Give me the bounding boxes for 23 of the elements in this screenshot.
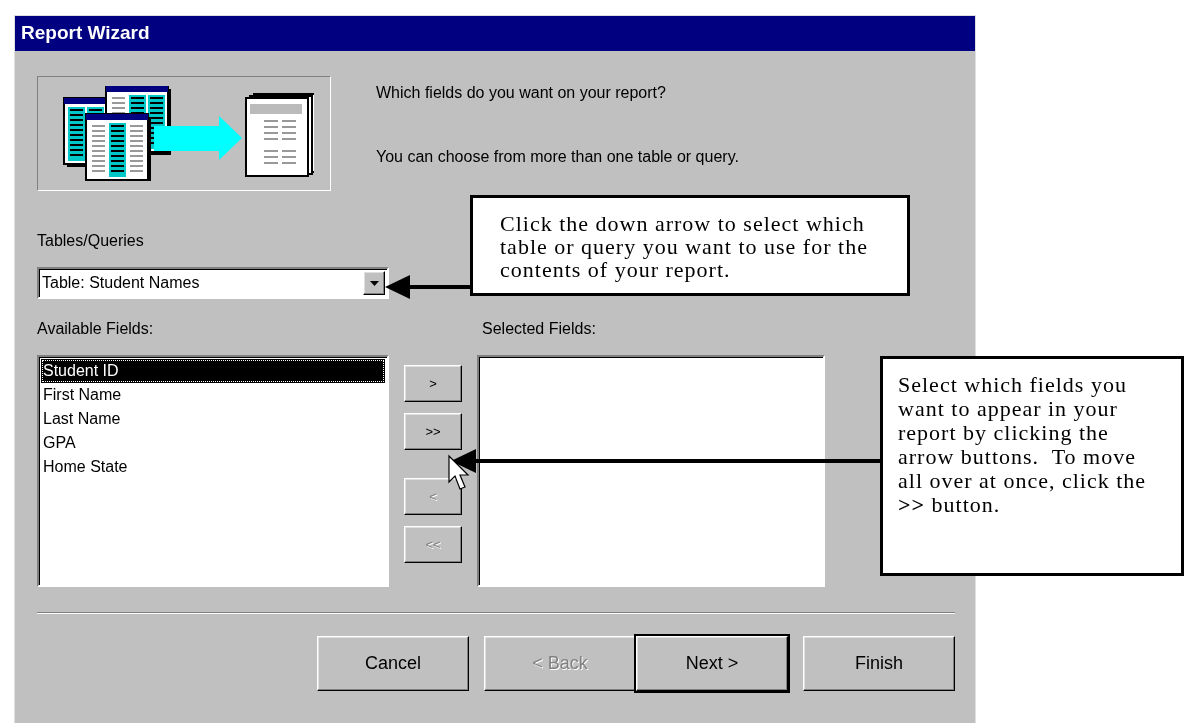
instruction-text: You can choose from more than one table or query. (376, 147, 739, 167)
tables-queries-label: Tables/Queries (37, 231, 144, 251)
selected-fields-label: Selected Fields: (482, 319, 596, 339)
field-list-item[interactable]: Home State (41, 455, 385, 479)
mouse-pointer-icon (448, 454, 470, 490)
field-list-item[interactable]: GPA (41, 431, 385, 455)
field-list-item[interactable]: Last Name (41, 407, 385, 431)
move-field-button[interactable]: >> (404, 413, 462, 450)
down-arrow-icon (369, 280, 379, 286)
callout-text: Select which fields you want to appear in your report by clicking the arrow buttons. To move all over at once, click the >> button. (898, 372, 1148, 517)
dropdown-button[interactable] (363, 271, 385, 295)
callout-text: Click the down arrow to select which table or query you want to use for the contents of your report. (500, 211, 868, 282)
dialog-button[interactable]: Finish (803, 636, 955, 691)
move-field-button[interactable]: > (404, 365, 462, 402)
dialog-button[interactable]: Next > (636, 636, 788, 691)
field-list-item[interactable]: First Name (41, 383, 385, 407)
field-list-item[interactable]: Student ID (41, 359, 385, 383)
available-fields-label: Available Fields: (37, 319, 155, 339)
table-select-dropdown[interactable]: Table: Student Names (37, 267, 389, 299)
dropdown-value: Table: Student Names (42, 273, 200, 293)
instruction-text: Which fields do you want on your report? (376, 83, 667, 103)
dialog-button[interactable]: Cancel (317, 636, 469, 691)
window-title: Report Wizard (21, 21, 150, 46)
